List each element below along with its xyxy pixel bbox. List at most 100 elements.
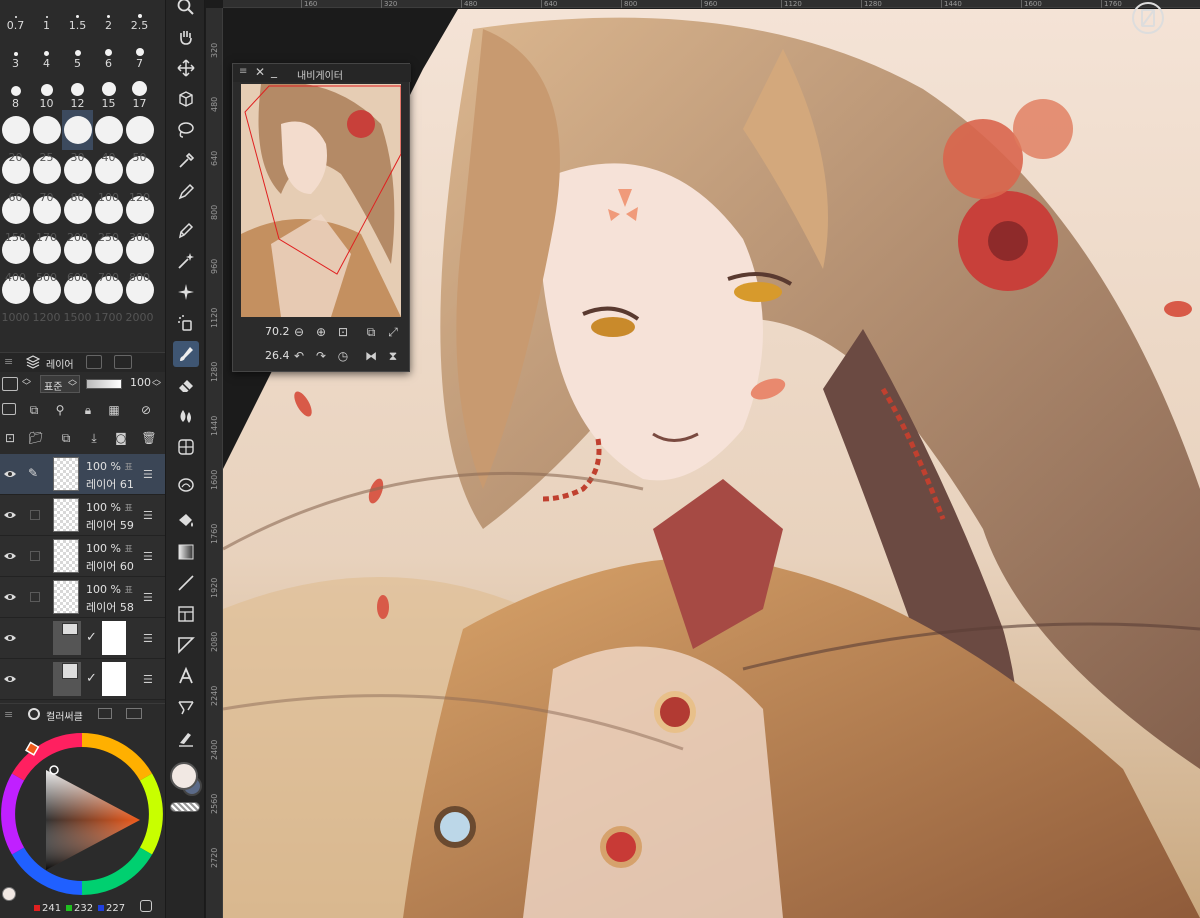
merge-down-icon[interactable]: ⤓ [86,431,102,445]
main-color-swatch[interactable] [2,887,16,901]
clip-layer-icon[interactable]: ⧉ [26,403,42,417]
color-set-tab-icon[interactable] [98,708,112,719]
layer-select-checkbox[interactable] [30,551,40,561]
color-wheel[interactable] [0,730,165,898]
eyedropper-tool-icon[interactable] [173,148,199,174]
mesh-tool-icon[interactable] [173,434,199,460]
tab-layer[interactable]: 레이어 [46,356,74,371]
brush-size-4[interactable]: 4 [31,30,62,70]
transparent-color-swatch[interactable] [170,802,200,812]
flip-vertical-icon[interactable]: ⧗ [385,348,401,364]
close-icon[interactable]: ✕ [255,65,265,79]
correct-line-tool-icon[interactable] [173,725,199,751]
reset-rotation-icon[interactable]: ◷ [335,348,351,364]
layers-icon[interactable] [25,355,41,372]
brush-size-30[interactable]: 30 [62,110,93,164]
visibility-eye-icon[interactable] [3,672,17,686]
layer-name[interactable]: 레이어 58 [86,599,134,615]
lasso-tool-icon[interactable] [173,117,199,143]
fill-tool-icon[interactable] [173,508,199,534]
object-tool-icon[interactable] [173,86,199,112]
layer-name[interactable]: 레이어 60 [86,558,134,574]
drag-handle-icon[interactable]: ≡ [239,66,247,77]
brush-tool-icon[interactable] [173,341,199,367]
brush-size-50[interactable]: 50 [124,110,155,164]
mask-toggle-icon[interactable]: ⊘ [135,403,157,417]
layer-type-icon[interactable] [2,377,18,391]
fit-window-icon[interactable]: ⧉ [363,324,379,340]
visibility-eye-icon[interactable] [3,508,17,522]
brush-size-1[interactable]: 1 [31,0,62,32]
layer-item[interactable]: 100 % 표 레이어 58 ☰ [0,577,165,618]
main-color-swatch[interactable] [170,762,198,790]
blend-mode-stepper-icon[interactable]: ︿ ﹀ [68,376,77,393]
brush-size-5[interactable]: 5 [62,30,93,70]
brush-size-3[interactable]: 3 [0,30,31,70]
navigator-titlebar[interactable]: ≡ ✕ _ 내비게이터 [233,64,411,82]
brush-size-15[interactable]: 15 [93,70,124,110]
navigator-preview[interactable] [241,84,401,317]
pencil-tool-icon[interactable] [173,217,199,243]
brush-size-20[interactable]: 20 [0,110,31,164]
actual-size-icon[interactable]: ⊡ [335,324,351,340]
lock-icon[interactable]: 🔒︎ [80,403,96,417]
zoom-value[interactable]: 70.2 [265,325,290,338]
layer-item[interactable]: ✎ 100 % 표 레이어 61 ☰ [0,454,165,495]
magic-wand-icon[interactable] [173,248,199,274]
layer-property-tab-icon[interactable] [86,355,102,369]
copy-layer-icon[interactable]: ⧉ [58,431,74,445]
zoom-tool-icon[interactable] [173,0,199,20]
hand-tool-icon[interactable] [173,24,199,50]
layer-item[interactable]: ✓ ☰ [0,659,165,700]
rotate-left-icon[interactable]: ↶ [291,348,307,364]
layer-menu-icon[interactable]: ☰ [143,468,153,481]
layer-item[interactable]: ✓ ☰ [0,618,165,659]
move-tool-icon[interactable] [173,55,199,81]
lock-transparent-icon[interactable]: ▦ [106,403,122,417]
reference-layer-icon[interactable]: ⚲ [52,403,68,417]
layer-menu-icon[interactable]: ☰ [143,509,153,522]
layer-item[interactable]: 100 % 표 레이어 59 ☰ [0,495,165,536]
color-history-tab-icon[interactable] [126,708,142,719]
layer-color-icon[interactable] [2,403,16,415]
visibility-eye-icon[interactable] [3,467,17,481]
new-folder-icon[interactable]: 📁︎ [28,431,44,445]
decoration-tool-icon[interactable] [173,473,199,499]
visibility-eye-icon[interactable] [3,590,17,604]
eraser-tool-icon[interactable] [173,372,199,398]
fit-navigator-icon[interactable]: ⤢ [385,324,401,340]
color-mode-icon[interactable] [140,900,152,912]
ruler-tool-icon[interactable] [173,632,199,658]
brush-size-40[interactable]: 40 [93,110,124,164]
rotate-right-icon[interactable]: ↷ [313,348,329,364]
balloon-tool-icon[interactable] [173,694,199,720]
layer-menu-icon[interactable]: ☰ [143,632,153,645]
layer-name[interactable]: 레이어 59 [86,517,134,533]
layer-item[interactable]: 100 % 표 레이어 60 ☰ [0,536,165,577]
gradient-tool-icon[interactable] [173,539,199,565]
visibility-eye-icon[interactable] [3,549,17,563]
layer-search-tab-icon[interactable] [114,355,132,369]
opacity-stepper-icon[interactable]: ︿ ﹀ [152,376,161,393]
layer-mask-icon[interactable]: ◙ [113,431,129,445]
brush-size-6[interactable]: 6 [93,30,124,70]
main-sub-color-swatch[interactable] [170,760,204,800]
brush-size-7[interactable]: 7 [124,30,155,70]
blend-tool-icon[interactable] [173,403,199,429]
brush-size-10[interactable]: 10 [31,70,62,110]
visibility-eye-icon[interactable] [3,631,17,645]
layer-select-checkbox[interactable] [30,592,40,602]
brush-size-2.5[interactable]: 2.5 [124,0,155,32]
new-raster-layer-icon[interactable]: ⊡ [2,431,18,445]
color-circle-tab-icon[interactable] [28,708,40,720]
layer-menu-icon[interactable]: ☰ [143,591,153,604]
zoom-in-icon[interactable]: ⊕ [313,324,329,340]
layer-menu-icon[interactable]: ☰ [143,673,153,686]
brush-size-8[interactable]: 8 [0,70,31,110]
brush-size-1.5[interactable]: 1.5 [62,0,93,32]
rotate-reset-icon[interactable] [1130,0,1166,36]
sparkle-tool-icon[interactable] [173,279,199,305]
tab-color-circle[interactable]: 컬러써클 [46,708,83,723]
pen-tool-icon[interactable] [173,179,199,205]
brush-size-2[interactable]: 2 [93,0,124,32]
